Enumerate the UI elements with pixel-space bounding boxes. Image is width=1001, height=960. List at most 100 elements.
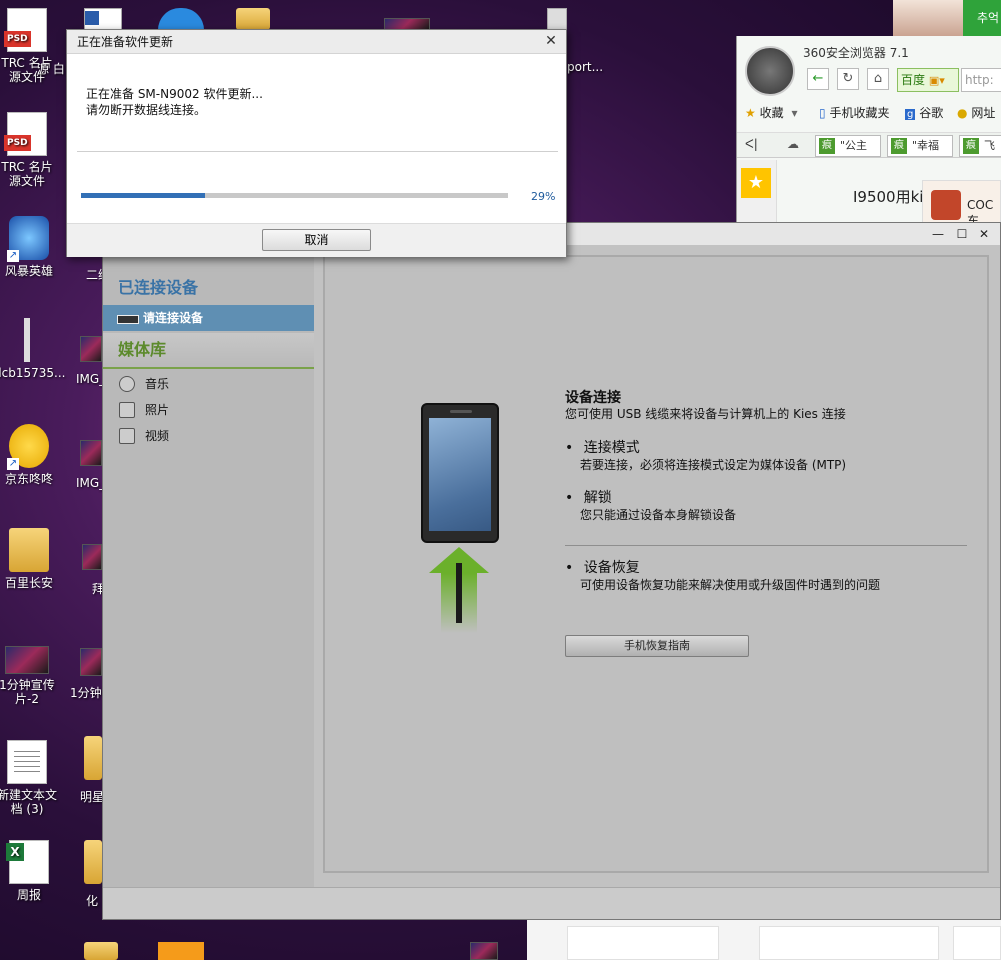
content-card[interactable] [567,926,719,960]
bullet-connection-mode: 连接模式 [565,437,640,457]
dialog-title: 正在准备软件更新 [67,30,566,54]
bullet-device-recovery: 设备恢复 [565,557,640,577]
desktop-icon-textdoc[interactable]: 新建文本文档 (3) [0,740,60,816]
browser-tab[interactable]: 飞 [959,135,1001,157]
top-right-photo [893,0,963,37]
desktop-icon-label: IMG_ [76,476,106,490]
desktop-icon-folder-bailichangan[interactable]: 百里长安 [0,528,62,590]
recovery-guide-button[interactable]: 手机恢复指南 [565,635,749,657]
folder-icon [9,528,49,572]
favorites-label: 谷歌 [919,106,944,120]
folder-icon [84,736,102,780]
sidebar-item-label: 请连接设备 [143,311,204,325]
address-text: http: [965,73,994,87]
desktop-icon-label: 京东咚咚 [4,472,53,486]
kies-sidebar: 已连接设备 请连接设备 媒体库 音乐 照片 视频 [103,245,314,887]
desktop-icon-label: 新建文本文档 (3) [0,788,57,816]
desktop-icon-jd[interactable]: 京东咚咚 [0,424,62,486]
desktop-icon-video[interactable]: 1分钟宣传片-2 [0,646,60,706]
phone-screen [429,418,491,531]
folder-icon [84,942,118,960]
dialog-title-text: 正在准备软件更新 [77,35,174,49]
maximize-button[interactable]: ☐ [953,226,971,242]
web-icon: ● [957,106,968,120]
usb-cable-icon [456,563,462,623]
desktop-icon-label: TRC 名片 源文件 [1,160,53,188]
desktop-icon-label: port... [567,60,604,74]
music-icon [119,376,135,392]
favorites-item[interactable]: ● 网址 [957,104,995,121]
address-bar[interactable]: http: [961,68,1001,92]
dialog-footer: 取消 [67,223,566,257]
coc-ad[interactable]: COC东 [922,180,1001,228]
favorites-label: 收藏 [759,106,784,120]
sidebar-item-label: 视频 [145,429,170,443]
sidebar-item-videos[interactable]: 视频 [103,423,314,449]
refresh-icon[interactable]: ↻ [837,68,859,90]
sidebar-item-connect-device[interactable]: 请连接设备 [103,305,314,331]
desktop-icon-dcb[interactable]: dcb15735... [0,318,65,380]
phone-icon: ▯ [819,106,826,120]
cloud-icon[interactable]: ☁ [787,137,799,151]
video-file-icon [80,648,102,676]
favorites-item[interactable]: ★ 收藏 ▾ [745,104,797,121]
bullet-unlock: 解锁 [565,487,612,507]
desktop-icon-partial[interactable]: 化 [86,892,98,909]
desktop-icon-weekly[interactable]: 周报 [0,840,62,902]
favorites-item[interactable]: ▯ 手机收藏夹 [819,104,889,121]
bullet-description: 您只能通过设备本身解锁设备 [580,508,737,522]
desktop-icon-label: 1分钟 [70,686,102,700]
close-button[interactable]: ✕ [975,226,993,242]
browser-title: 360安全浏览器 7.1 [803,46,909,60]
minimize-button[interactable]: — [929,226,947,242]
device-connection-subtitle: 您可使用 USB 线缆来将设备与计算机上的 Kies 连接 [565,407,846,421]
video-file-icon [80,336,102,362]
desktop-icon-partial[interactable]: IMG_ [76,476,105,490]
browser-tab[interactable]: "公主 [815,135,881,157]
divider [77,151,558,152]
tab-scroll-left-icon[interactable]: ᐸ| [745,137,758,151]
desktop-icon-label: dcb15735... [0,366,66,380]
desktop-icon-partial[interactable]: IMG_ [76,372,105,386]
top-right-button[interactable]: 추억 [963,0,1001,37]
desktop-icon-label: IMG_ [76,372,106,386]
back-icon[interactable]: ← [807,68,829,90]
desktop-icon-heroes[interactable]: 风暴英雄 [0,216,62,278]
bullet-title: 连接模式 [583,440,640,456]
excel-file-icon [6,840,49,884]
content-card[interactable] [953,926,1001,960]
desktop-icon-label: 百里长安 [4,576,53,590]
divider [565,545,967,546]
desktop-icon-psd-2[interactable]: TRC 名片 源文件 [0,112,60,188]
cancel-button[interactable]: 取消 [262,229,371,251]
game-icon [931,190,961,220]
avatar[interactable] [745,46,795,96]
content-card[interactable] [759,926,939,960]
word-doc-icon [84,8,122,30]
kies-content-panel: 设备连接 您可使用 USB 线缆来将设备与计算机上的 Kies 连接 连接模式 … [323,255,989,873]
desktop-icon-partial[interactable]: port... [567,60,603,74]
search-engine-label: 百度 [901,73,926,87]
close-icon[interactable]: ✕ [542,32,560,50]
home-icon[interactable]: ⌂ [867,68,889,90]
photo-icon [119,402,135,418]
desktop-icon-label: 周报 [16,888,41,902]
text-document-icon [7,740,47,784]
bullet-title: 设备恢复 [583,560,640,576]
progress-bar [81,193,508,198]
bullet-title: 解锁 [583,490,612,506]
star-icon[interactable]: ★ [741,168,771,198]
browser-tab[interactable]: "幸福 [887,135,953,157]
bullet-description: 可使用设备恢复功能来解决使用或升级固件时遇到的问题 [580,578,881,592]
favorites-item[interactable]: g 谷歌 [905,104,943,121]
desktop-icon-partial[interactable]: 1分钟 [70,684,102,701]
sidebar-item-music[interactable]: 音乐 [103,371,314,397]
heroes-of-storm-icon [7,216,49,262]
phone-speaker [450,410,472,413]
kies-app-icon [158,942,204,960]
search-engine-selector[interactable]: 百度 ▣▾ [897,68,959,92]
sidebar-item-photos[interactable]: 照片 [103,397,314,423]
desktop-icon-partial[interactable]: 明星 [80,788,104,805]
psd-file-icon [4,112,47,156]
phone-illustration [421,403,499,543]
